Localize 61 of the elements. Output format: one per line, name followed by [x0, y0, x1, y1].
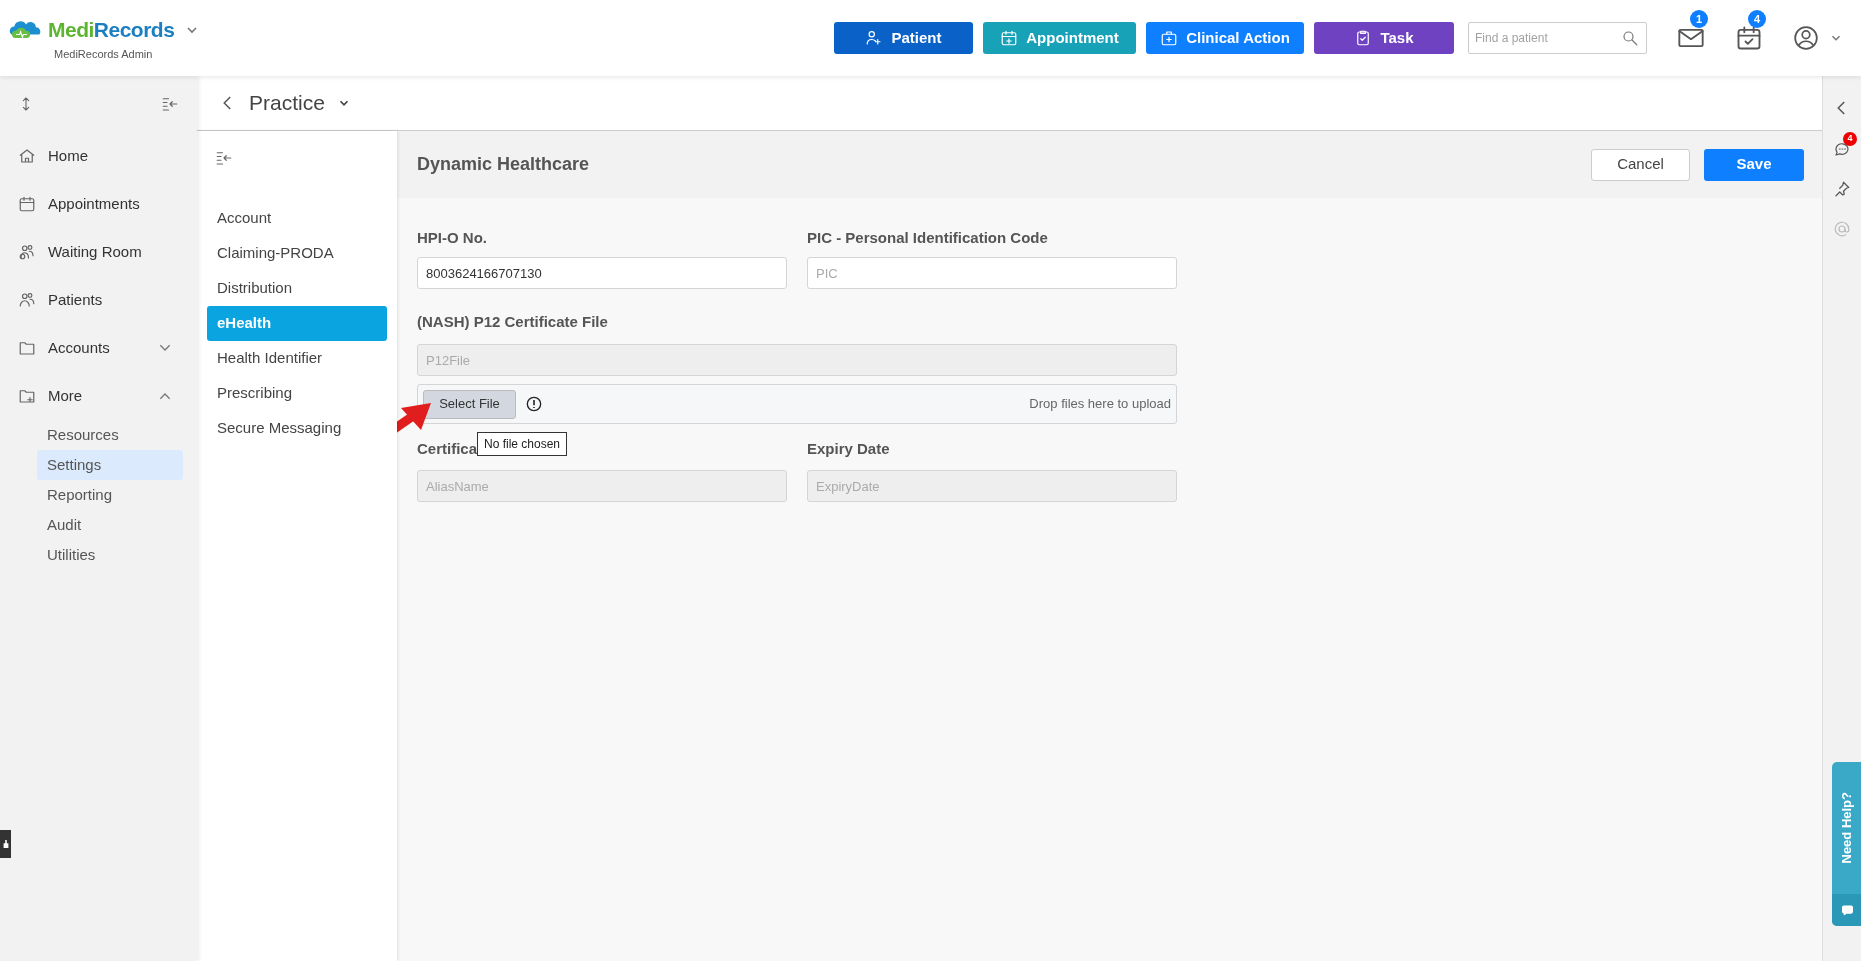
field-label: Expiry Date [807, 439, 890, 458]
collapse-menu-icon[interactable] [161, 95, 179, 113]
page-title: Practice [249, 90, 325, 117]
cancel-button[interactable]: Cancel [1591, 148, 1690, 181]
sidebar-item[interactable]: Waiting Room [48, 240, 142, 264]
patient-button[interactable]: Patient [834, 22, 973, 54]
text-field[interactable]: PIC [807, 257, 1177, 289]
user-avatar-icon[interactable] [1793, 25, 1819, 51]
speech-bubble-icon [1841, 904, 1853, 916]
settings-tab[interactable]: Health Identifier [207, 341, 387, 376]
field-label: PIC - Personal Identification Code [807, 228, 1048, 247]
calendar-icon [18, 195, 36, 213]
clinical-button[interactable]: Clinical Action [1146, 22, 1304, 54]
people-icon [18, 243, 36, 261]
pin-icon[interactable] [1833, 180, 1851, 198]
save-button[interactable]: Save [1704, 148, 1804, 181]
need-help-label: Need Help? [1838, 792, 1856, 864]
count-badge: 1 [1690, 10, 1708, 28]
sidebar-subitem[interactable]: Settings [37, 450, 183, 480]
field-label: HPI-O No. [417, 228, 487, 247]
side-tab[interactable] [0, 830, 11, 858]
brand-subtitle: MediRecords Admin [54, 46, 154, 62]
brand-name: MediRecords [48, 17, 175, 43]
sidebar-item[interactable]: Home [48, 144, 88, 168]
collapse-menu-icon[interactable] [215, 149, 233, 167]
settings-tab[interactable]: Secure Messaging [207, 411, 387, 446]
calendar-check-icon[interactable] [1735, 24, 1763, 52]
sidebar-subitem[interactable]: Audit [37, 510, 183, 540]
sidebar-subitem[interactable]: Reporting [37, 480, 183, 510]
panel-title: Dynamic Healthcare [417, 153, 590, 176]
info-icon [526, 396, 542, 412]
sidebar-item[interactable]: More [48, 384, 83, 408]
search-icon [1621, 29, 1639, 47]
sidebar-subitem[interactable]: Resources [37, 420, 183, 450]
settings-tab[interactable]: Prescribing [207, 376, 387, 411]
person-plus-icon [865, 29, 884, 47]
drop-hint: Drop files here to upload [1029, 395, 1171, 414]
count-badge: 4 [1843, 132, 1857, 146]
people-icon [18, 291, 36, 309]
medical-bag-icon [1160, 29, 1179, 47]
tooltip: No file chosen [477, 432, 568, 456]
search-field[interactable]: Find a patient [1468, 22, 1647, 54]
task-button[interactable]: Task [1314, 22, 1454, 54]
settings-tab[interactable]: Account [207, 201, 387, 236]
folder-plus-icon [18, 387, 36, 405]
folder-icon [18, 339, 36, 357]
count-badge: 4 [1748, 10, 1766, 28]
field-label: Certifica [417, 439, 478, 458]
settings-tab[interactable]: Claiming-PRODA [207, 236, 387, 271]
chat-icon[interactable] [1833, 140, 1851, 158]
text-field[interactable]: 8003624166707130 [417, 257, 787, 289]
sidebar-item[interactable]: Patients [48, 288, 103, 312]
sidebar-subitem[interactable]: Utilities [37, 540, 183, 570]
sidebar-item[interactable]: Appointments [48, 192, 140, 216]
home-icon [18, 147, 36, 165]
field-label: (NASH) P12 Certificate File [417, 312, 608, 331]
select-file-button[interactable]: Select File [423, 389, 516, 419]
sidebar-item[interactable]: Accounts [48, 336, 110, 360]
file-drop-zone[interactable]: Select File Drop files here to upload [417, 384, 1177, 424]
calendar-plus-icon [1000, 29, 1019, 47]
settings-tab[interactable]: Distribution [207, 271, 387, 306]
